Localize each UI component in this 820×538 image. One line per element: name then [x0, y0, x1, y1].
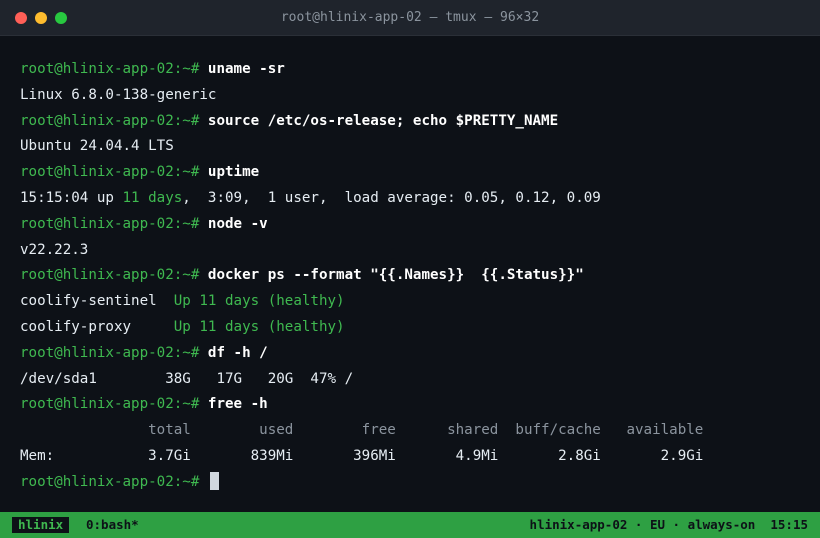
command-text: docker ps --format "{{.Names}} {{.Status…: [207, 267, 584, 284]
command-text: uname -sr: [207, 61, 285, 77]
command-text: free -h: [207, 396, 268, 413]
command-text: df -h /: [207, 344, 268, 361]
tmux-status-right: hlinix-app-02 · EU · always-on 15:15: [529, 517, 808, 532]
command-text: uptime: [207, 164, 260, 181]
terminal-line: root@hlinix-app-02:~# source /etc/os-rel…: [20, 109, 810, 135]
shell-prompt: root@hlinix-app-02:~#: [20, 164, 200, 181]
output-text: /dev/sda1 38G 17G 20G 47% /: [20, 370, 354, 387]
shell-prompt: root@hlinix-app-02:~#: [20, 473, 200, 490]
terminal-line: Linux 6.8.0-138-generic: [20, 83, 810, 109]
terminal-line: Ubuntu 24.04.4 LTS: [20, 134, 810, 160]
terminal-line: 15:15:04 up 11 days, 3:09, 1 user, load …: [20, 186, 810, 212]
shell-prompt: root@hlinix-app-02:~#: [20, 344, 200, 361]
terminal-line: total used free shared buff/cache availa…: [20, 418, 810, 444]
terminal-line: root@hlinix-app-02:~# docker ps --format…: [20, 263, 810, 289]
command-text: node -v: [207, 215, 268, 232]
terminal-window: root@hlinix-app-02 — tmux — 96×32 root@h…: [0, 0, 820, 538]
terminal-line: root@hlinix-app-02:~# node -v: [20, 212, 810, 238]
terminal-line: coolify-sentinel Up 11 days (healthy): [20, 289, 810, 315]
terminal-line: root@hlinix-app-02:~# free -h: [20, 392, 810, 418]
terminal-line: /dev/sda1 38G 17G 20G 47% /: [20, 367, 810, 393]
table-header: total used free shared buff/cache availa…: [20, 422, 704, 439]
tmux-session-name: hlinix: [12, 517, 70, 533]
output-text: Ubuntu 24.04.4 LTS: [20, 138, 174, 155]
output-text: Linux 6.8.0-138-generic: [20, 86, 217, 103]
tmux-window-tab[interactable]: 0:bash*: [86, 512, 139, 538]
command-text: source /etc/os-release; echo $PRETTY_NAM…: [207, 112, 559, 129]
tmux-status-bar: hlinix 0:bash* hlinix-app-02 · EU · alwa…: [0, 512, 820, 538]
shell-prompt: root@hlinix-app-02:~#: [20, 61, 200, 77]
terminal-content[interactable]: root@hlinix-app-02:~# uname -sr Linux 6.8…: [20, 57, 810, 496]
shell-prompt: root@hlinix-app-02:~#: [20, 267, 200, 284]
output-text: , 3:09, 1 user, load average: 0.05, 0.12…: [182, 189, 601, 206]
shell-prompt: root@hlinix-app-02:~#: [20, 215, 200, 232]
shell-prompt: root@hlinix-app-02:~#: [20, 112, 200, 129]
title-bar: root@hlinix-app-02 — tmux — 96×32: [0, 0, 820, 36]
terminal-line: root@hlinix-app-02:~# uptime: [20, 160, 810, 186]
uptime-days: 11 days: [122, 189, 183, 206]
output-text: 15:15:04 up: [20, 189, 123, 206]
shell-prompt: root@hlinix-app-02:~#: [20, 396, 200, 413]
container-status: Up 11 days (healthy): [173, 318, 345, 335]
terminal-line: v22.22.3: [20, 238, 810, 264]
output-text: Mem: 3.7Gi 839Mi 396Mi 4.9Mi 2.8Gi 2.9Gi: [20, 447, 704, 464]
window-title: root@hlinix-app-02 — tmux — 96×32: [280, 10, 540, 25]
container-status: Up 11 days (healthy): [173, 293, 345, 310]
terminal-line: root@hlinix-app-02:~#: [20, 470, 810, 496]
container-name: coolify-proxy: [20, 318, 174, 335]
output-text: v22.22.3: [20, 241, 89, 258]
container-name: coolify-sentinel: [20, 293, 174, 310]
terminal-line: root@hlinix-app-02:~# df -h /: [20, 341, 810, 367]
terminal-line: coolify-proxy Up 11 days (healthy): [20, 315, 810, 341]
terminal-line: Mem: 3.7Gi 839Mi 396Mi 4.9Mi 2.8Gi 2.9Gi: [20, 444, 810, 470]
text-cursor: [209, 471, 219, 490]
terminal-line: root@hlinix-app-02:~# uname -sr: [20, 57, 810, 83]
